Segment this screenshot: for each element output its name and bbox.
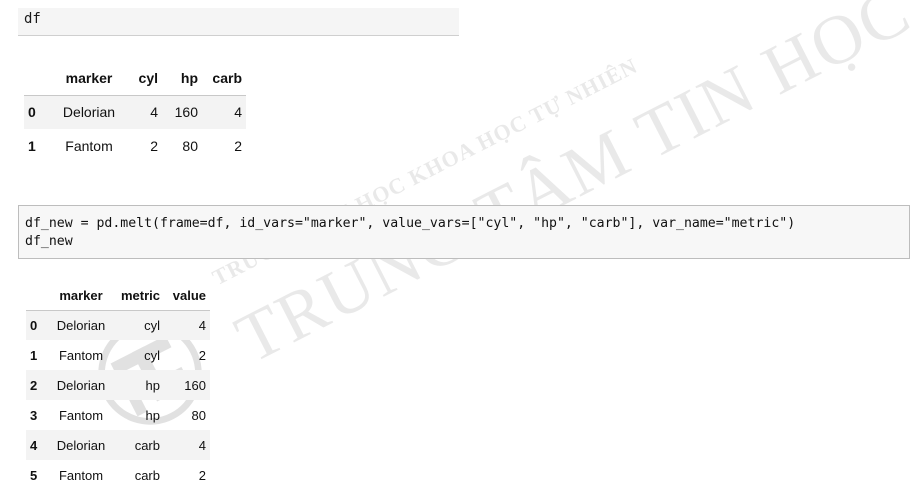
row-index: 3 xyxy=(30,407,38,423)
row-index: 0 xyxy=(28,104,36,121)
column-header-carb: carb xyxy=(202,62,246,96)
table-row: 2 Delorian hp 160 xyxy=(26,370,210,400)
cell-marker: Delorian xyxy=(56,437,106,453)
table-row: 0 Delorian cyl 4 xyxy=(26,310,210,340)
cell-metric: hp xyxy=(145,407,160,423)
row-index: 2 xyxy=(30,377,38,393)
table-row: 1 Fantom cyl 2 xyxy=(26,340,210,370)
table-row: 4 Delorian carb 4 xyxy=(26,430,210,460)
column-header-marker: marker xyxy=(56,62,122,96)
cell-marker: Fantom xyxy=(58,347,104,363)
watermark-center: TRUNG TÂM TIN HỌC xyxy=(224,0,910,379)
cell-value: 4 xyxy=(198,317,206,333)
cell-hp: 160 xyxy=(174,104,198,121)
dataframe-df-new: marker metric value 0 Delorian cyl 4 1 F… xyxy=(26,282,210,490)
row-index: 1 xyxy=(28,138,36,154)
cell-marker: Delorian xyxy=(56,377,106,393)
cell-metric: cyl xyxy=(144,347,160,363)
column-header-metric: metric xyxy=(112,282,164,311)
table-header-row: marker cyl hp carb xyxy=(24,62,246,96)
cell-cyl: 2 xyxy=(150,138,158,154)
code-cell-1-source[interactable]: df xyxy=(24,11,41,27)
code-cell-2[interactable]: df_new = pd.melt(frame=df, id_vars="mark… xyxy=(18,205,910,259)
row-index: 4 xyxy=(30,437,38,453)
cell-value: 4 xyxy=(198,437,206,453)
cell-metric: hp xyxy=(145,377,160,393)
cell-carb: 4 xyxy=(234,104,242,121)
row-index: 0 xyxy=(30,317,38,333)
code-cell-1[interactable]: df xyxy=(18,8,459,36)
cell-value: 80 xyxy=(191,407,206,423)
cell-cyl: 4 xyxy=(150,104,158,121)
cell-value: 2 xyxy=(198,467,206,483)
cell-value: 2 xyxy=(198,347,206,363)
dataframe-df: marker cyl hp carb 0 Delorian 4 160 4 1 … xyxy=(24,62,246,163)
code-line-1: df_new = pd.melt(frame=df, id_vars="mark… xyxy=(25,216,796,231)
cell-marker: Delorian xyxy=(62,104,116,121)
cell-metric: carb xyxy=(134,467,160,483)
cell-marker: Delorian xyxy=(56,317,106,333)
table-row: 1 Fantom 2 80 2 xyxy=(24,129,246,163)
column-header-cyl: cyl xyxy=(122,62,162,96)
code-cell-2-source[interactable]: df_new = pd.melt(frame=df, id_vars="mark… xyxy=(25,215,795,251)
cell-carb: 2 xyxy=(234,138,242,154)
cell-marker: Fantom xyxy=(65,138,113,154)
index-header xyxy=(26,282,50,311)
table-header-row: marker metric value xyxy=(26,282,210,311)
index-header xyxy=(24,62,56,96)
cell-marker: Fantom xyxy=(58,467,104,483)
row-index: 5 xyxy=(30,467,38,483)
code-line-2: df_new xyxy=(25,234,73,249)
table-row: 0 Delorian 4 160 4 xyxy=(24,95,246,129)
cell-marker: Fantom xyxy=(58,407,104,423)
column-header-hp: hp xyxy=(162,62,202,96)
cell-metric: carb xyxy=(134,437,160,453)
table-row: 3 Fantom hp 80 xyxy=(26,400,210,430)
table-row: 5 Fantom carb 2 xyxy=(26,460,210,490)
row-index: 1 xyxy=(30,347,38,363)
cell-metric: cyl xyxy=(144,317,160,333)
column-header-value: value xyxy=(164,282,210,311)
cell-value: 160 xyxy=(184,377,206,393)
cell-hp: 80 xyxy=(182,138,198,154)
column-header-marker: marker xyxy=(50,282,112,311)
